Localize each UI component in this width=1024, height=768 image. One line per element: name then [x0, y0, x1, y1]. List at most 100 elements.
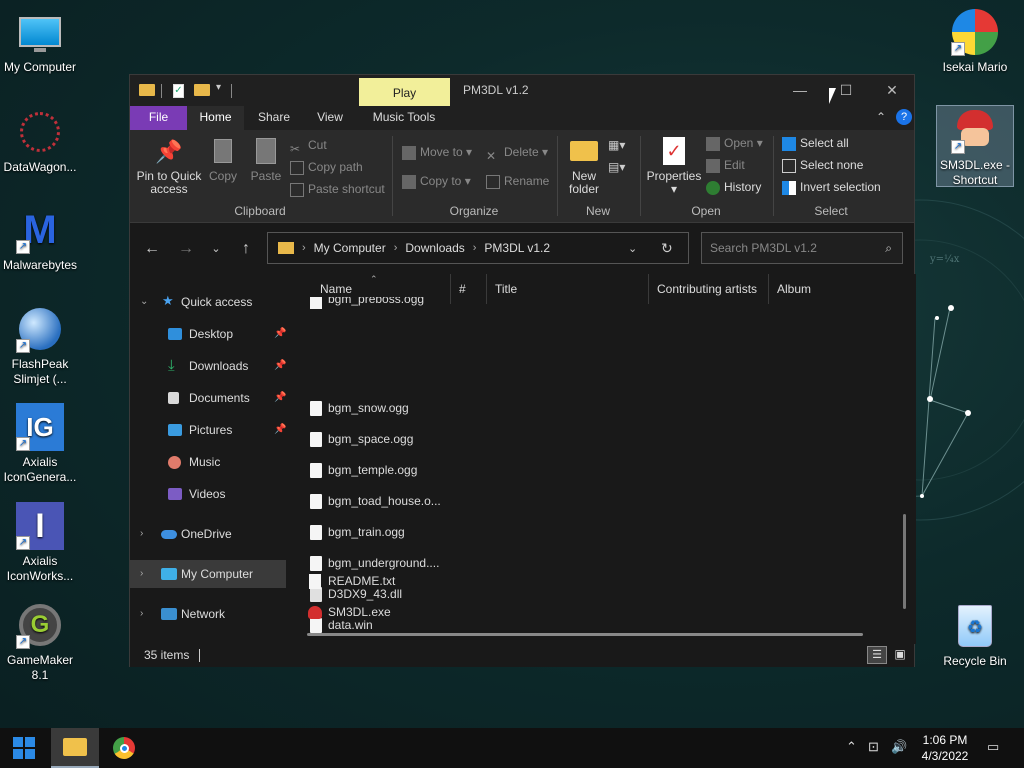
nav-my-computer[interactable]: › My Computer [130, 560, 286, 588]
easy-access-button[interactable]: ▤▾ [608, 157, 625, 177]
new-item-button[interactable]: ▦▾ [608, 135, 625, 155]
nav-pictures[interactable]: Pictures 📌 [130, 416, 286, 444]
play-context-tab[interactable]: Play [359, 78, 450, 106]
new-folder-button[interactable]: New folder [564, 136, 604, 196]
file-row[interactable]: bgm_temple.ogg [306, 455, 606, 486]
breadcrumb-pm3dl[interactable]: PM3DL v1.2 [484, 241, 550, 255]
history-button[interactable]: History [706, 177, 761, 197]
file-row[interactable]: SM3DL.exe [305, 597, 605, 628]
recent-locations-button[interactable]: ⌄ [204, 238, 228, 262]
file-row[interactable]: bgm_preboss.ogg [306, 297, 606, 309]
properties-button[interactable]: ✓ Properties ▾ [646, 136, 702, 196]
network-icon[interactable]: ⊡ [868, 739, 879, 755]
up-button[interactable]: ↑ [234, 238, 258, 262]
chevron-right-icon[interactable]: › [140, 520, 143, 548]
desktop-icon-icongenerator[interactable]: IG ↗ Axialis IconGenera... [0, 403, 80, 485]
copy-path-button[interactable]: Copy path [290, 157, 363, 177]
nav-network[interactable]: › Network [130, 600, 286, 628]
notifications-icon[interactable]: ▭ [987, 739, 999, 755]
move-to-button[interactable]: Move to ▾ [402, 142, 472, 162]
select-all-button[interactable]: Select all [782, 133, 849, 153]
nav-onedrive[interactable]: › OneDrive [130, 520, 286, 548]
pin-icon[interactable]: 📌 [274, 352, 286, 380]
desktop-icon-datawagon[interactable]: DataWagon... [0, 108, 80, 175]
new-folder-quick-icon[interactable] [194, 84, 210, 96]
desktop-icon-recycle-bin[interactable]: ♻ Recycle Bin [935, 602, 1015, 669]
desktop-icon-isekai-mario[interactable]: ↗ Isekai Mario [935, 8, 1015, 75]
address-bar[interactable]: › My Computer › Downloads › PM3DL v1.2 ⌄… [267, 232, 689, 264]
nav-downloads[interactable]: ⤓ Downloads 📌 [130, 352, 286, 380]
properties-quick-icon[interactable]: ✓ [173, 84, 184, 98]
taskbar-chrome[interactable] [100, 728, 148, 768]
tab-home[interactable]: Home [187, 106, 244, 130]
pin-to-quick-access-button[interactable]: 📌 Pin to Quick access [136, 136, 202, 196]
refresh-icon[interactable]: ↻ [661, 240, 673, 257]
file-row[interactable]: README.txt [305, 566, 605, 597]
copy-to-button[interactable]: Copy to ▾ [402, 171, 471, 191]
nav-quick-access[interactable]: ⌄ ★ Quick access [130, 288, 286, 316]
copy-button[interactable]: Copy [206, 136, 240, 183]
vertical-scrollbar[interactable] [903, 514, 906, 609]
nav-documents[interactable]: Documents 📌 [130, 384, 286, 412]
search-icon[interactable]: ⌕ [885, 233, 892, 263]
tab-file[interactable]: File [130, 106, 187, 130]
monitor-icon [16, 8, 64, 56]
desktop-icon-my-computer[interactable]: My Computer [0, 8, 80, 75]
file-row[interactable]: bgm_train.ogg [306, 517, 606, 548]
start-button[interactable] [0, 728, 48, 768]
address-dropdown-icon[interactable]: ⌄ [628, 242, 637, 255]
gamemaker-icon: G ↗ [16, 601, 64, 649]
desktop-icon-sm3dl-shortcut[interactable]: ↗ SM3DL.exe - Shortcut [936, 105, 1014, 187]
desktop-icon-gamemaker[interactable]: G ↗ GameMaker 8.1 [0, 601, 80, 683]
edit-button[interactable]: Edit [706, 155, 745, 175]
select-none-button[interactable]: Select none [782, 155, 863, 175]
rename-button[interactable]: Rename [486, 171, 549, 191]
breadcrumb-my-computer[interactable]: My Computer [314, 241, 386, 255]
breadcrumb-chevron-icon[interactable]: › [473, 242, 477, 254]
tab-view[interactable]: View [304, 106, 356, 130]
minimize-button[interactable]: — [777, 75, 823, 106]
file-row[interactable]: bgm_toad_house.o... [306, 486, 606, 517]
open-button[interactable]: Open ▾ [706, 133, 763, 153]
desktop-icon-iconworkshop[interactable]: I ↗ Axialis IconWorks... [0, 502, 80, 584]
chevron-right-icon[interactable]: › [140, 560, 143, 588]
volume-icon[interactable]: 🔊 [891, 739, 907, 755]
column-contributing-artists[interactable]: Contributing artists [649, 274, 769, 304]
desktop-icon-slimjet[interactable]: ↗ FlashPeak Slimjet (... [0, 305, 80, 387]
nav-music[interactable]: Music [130, 448, 286, 476]
forward-button[interactable]: → [174, 238, 198, 262]
tab-share[interactable]: Share [244, 106, 304, 130]
pin-icon[interactable]: 📌 [274, 384, 286, 412]
desktop-icon-malwarebytes[interactable]: M ↗ Malwarebytes [0, 206, 80, 273]
chevron-right-icon[interactable]: › [140, 600, 143, 628]
search-input[interactable]: Search PM3DL v1.2 ⌕ [701, 232, 903, 264]
paste-shortcut-button[interactable]: Paste shortcut [290, 179, 385, 199]
invert-selection-button[interactable]: Invert selection [782, 177, 881, 197]
chevron-down-icon[interactable]: ⌄ [140, 288, 148, 316]
customize-quick-access-icon[interactable]: ▾ [216, 82, 221, 98]
large-icons-view-button[interactable]: ▣ [890, 646, 910, 664]
breadcrumb-downloads[interactable]: Downloads [405, 241, 464, 255]
column-album[interactable]: Album [769, 274, 909, 304]
collapse-ribbon-icon[interactable]: ⌃ [872, 106, 890, 130]
paste-button[interactable]: Paste [248, 136, 284, 183]
taskbar-file-explorer[interactable] [51, 728, 99, 768]
nav-desktop[interactable]: Desktop 📌 [130, 320, 286, 348]
nav-videos[interactable]: Videos [130, 480, 286, 508]
file-row[interactable]: bgm_snow.ogg [306, 393, 606, 424]
file-row[interactable]: bgm_space.ogg [306, 424, 606, 455]
tab-music-tools[interactable]: Music Tools [362, 106, 446, 130]
horizontal-scrollbar[interactable] [307, 633, 863, 636]
pin-icon[interactable]: 📌 [274, 320, 286, 348]
breadcrumb-chevron-icon[interactable]: › [394, 242, 398, 254]
help-icon[interactable]: ? [896, 109, 912, 125]
cut-button[interactable]: ✂ Cut [290, 135, 327, 156]
close-button[interactable]: ✕ [869, 75, 915, 106]
details-view-button[interactable]: ☰ [867, 646, 887, 664]
pin-icon[interactable]: 📌 [274, 416, 286, 444]
back-button[interactable]: ← [140, 238, 164, 262]
breadcrumb-chevron-icon[interactable]: › [302, 242, 306, 254]
delete-button[interactable]: ✕ Delete ▾ [486, 142, 548, 163]
show-hidden-icons[interactable]: ⌃ [846, 739, 857, 755]
clock[interactable]: 1:06 PM 4/3/2022 [912, 732, 978, 764]
